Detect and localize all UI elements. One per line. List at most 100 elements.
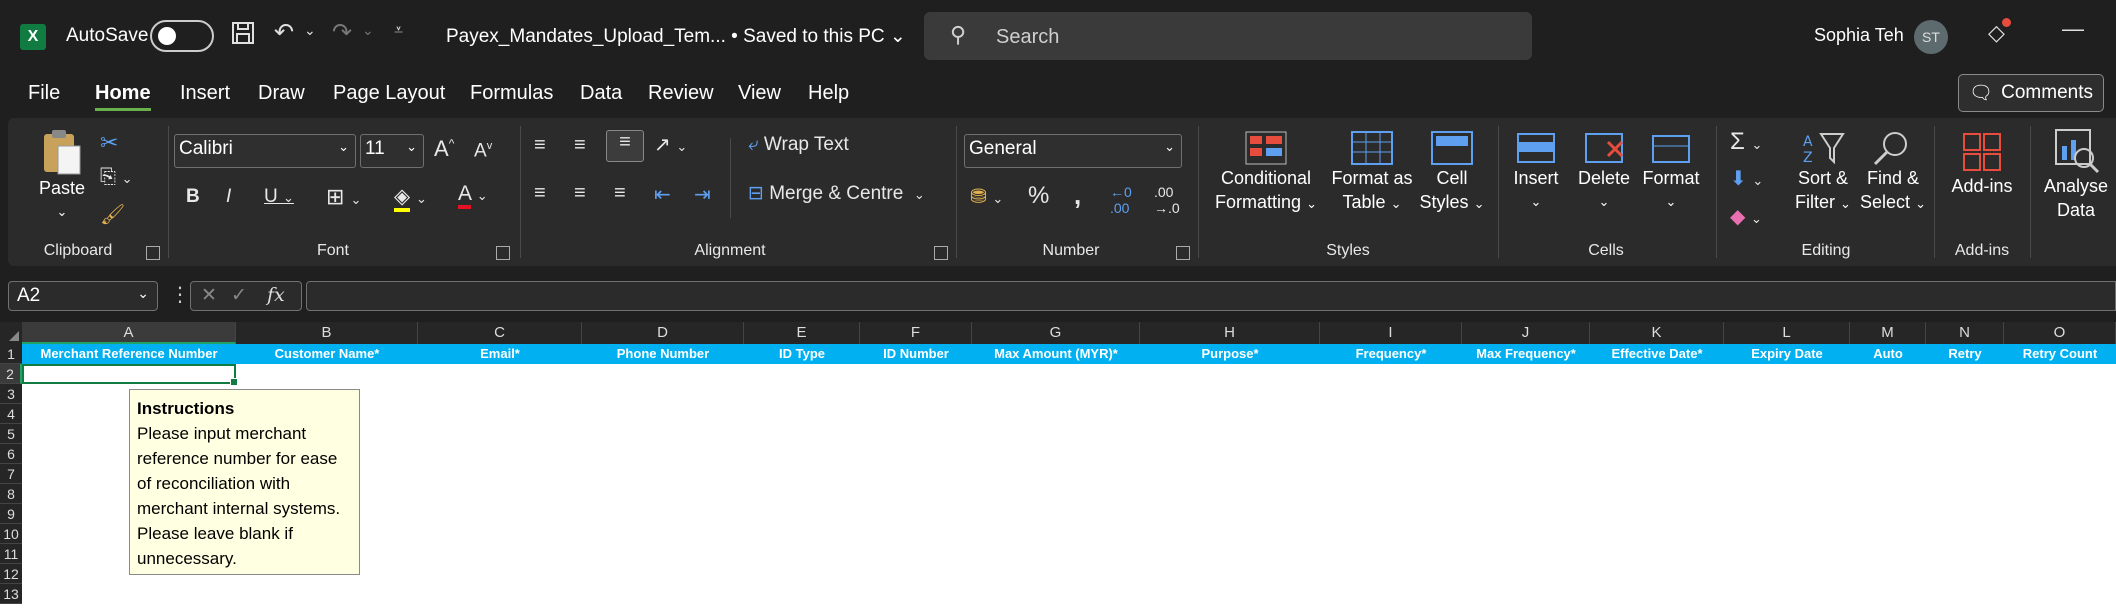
undo-dropdown-icon[interactable]: ⌄ [304, 22, 316, 39]
redo-dropdown-icon[interactable]: ⌄ [362, 22, 374, 39]
format-painter-icon[interactable]: 🖌 [100, 202, 125, 227]
column-header[interactable]: C [418, 322, 582, 344]
autosum-icon[interactable]: Σ ⌄ [1730, 128, 1762, 156]
comma-style-icon[interactable]: , [1074, 180, 1081, 211]
column-header[interactable]: H [1140, 322, 1320, 344]
column-header[interactable]: F [860, 322, 972, 344]
row-header[interactable]: 7 [0, 464, 22, 484]
font-launcher-icon[interactable] [496, 246, 510, 260]
tab-insert[interactable]: Insert [180, 82, 230, 105]
alignment-launcher-icon[interactable] [934, 246, 948, 260]
row-header[interactable]: 2 [0, 364, 22, 384]
sort-filter-button[interactable]: AZ Sort & Filter ⌄ [1788, 130, 1858, 216]
bold-icon[interactable]: B [186, 186, 200, 208]
search-box[interactable]: ⚲ [924, 12, 1532, 60]
header-cell-expiry-date[interactable]: Expiry Date [1724, 344, 1850, 364]
row-header[interactable]: 6 [0, 444, 22, 464]
row-header[interactable]: 12 [0, 564, 22, 584]
conditional-formatting-button[interactable]: Conditional Formatting ⌄ [1206, 130, 1326, 216]
row-header[interactable]: 3 [0, 384, 22, 404]
increase-decimal-icon[interactable]: ←0.00 [1110, 184, 1132, 216]
align-left-icon[interactable]: ≡ [534, 182, 546, 205]
orientation-icon[interactable]: ↗ ⌄ [654, 132, 687, 157]
add-ins-button[interactable]: Add-ins [1942, 130, 2022, 198]
header-cell-auto[interactable]: Auto [1850, 344, 1926, 364]
column-header[interactable]: M [1850, 322, 1926, 344]
header-cell-effective-date[interactable]: Effective Date* [1590, 344, 1724, 364]
number-launcher-icon[interactable] [1176, 246, 1190, 260]
formula-input[interactable] [306, 281, 2116, 311]
tab-help[interactable]: Help [808, 82, 849, 105]
column-header[interactable]: A [22, 322, 236, 344]
column-header[interactable]: L [1724, 322, 1850, 344]
decrease-font-size-icon[interactable]: Av [474, 140, 492, 162]
format-as-table-button[interactable]: Format as Table ⌄ [1322, 130, 1422, 216]
column-header[interactable]: I [1320, 322, 1462, 344]
enter-icon[interactable]: ✓ [231, 284, 247, 307]
name-box[interactable]: A2 ⌄ [8, 281, 158, 311]
autosave-toggle[interactable] [150, 20, 214, 52]
align-top-icon[interactable]: ≡ [534, 134, 546, 157]
header-cell-retry[interactable]: Retry [1926, 344, 2004, 364]
comments-button[interactable]: 🗨 Comments [1958, 74, 2104, 112]
tab-file[interactable]: File [28, 82, 60, 105]
minimize-icon[interactable]: — [2062, 16, 2084, 42]
tab-data[interactable]: Data [580, 82, 622, 105]
row-header[interactable]: 8 [0, 484, 22, 504]
header-cell-purpose[interactable]: Purpose* [1140, 344, 1320, 364]
paste-button[interactable]: Paste ⌄ [32, 128, 92, 224]
header-cell-email[interactable]: Email* [418, 344, 582, 364]
column-header[interactable]: K [1590, 322, 1724, 344]
column-header[interactable]: E [744, 322, 860, 344]
borders-icon[interactable]: ⊞ ⌄ [326, 184, 361, 210]
header-cell-merchant-reference[interactable]: Merchant Reference Number [22, 344, 236, 364]
search-input[interactable] [994, 22, 1498, 52]
customize-toolbar-icon[interactable]: ⩡ [394, 22, 403, 40]
tab-review[interactable]: Review [648, 82, 714, 105]
row-header[interactable]: 13 [0, 584, 22, 604]
align-bottom-icon[interactable]: ≡ [606, 130, 644, 162]
clipboard-launcher-icon[interactable] [146, 246, 160, 260]
delete-cells-button[interactable]: Delete ⌄ [1572, 130, 1636, 214]
font-size-select[interactable]: 11 ⌄ [360, 134, 424, 168]
number-format-select[interactable]: General ⌄ [964, 134, 1182, 168]
cell-styles-button[interactable]: Cell Styles ⌄ [1414, 130, 1490, 216]
increase-indent-icon[interactable]: ⇥ [694, 182, 711, 207]
font-color-icon[interactable]: A ⌄ [458, 182, 488, 209]
active-cell-a2[interactable] [22, 364, 238, 386]
column-header[interactable]: G [972, 322, 1140, 344]
header-cell-retry-count[interactable]: Retry Count [2004, 344, 2116, 364]
analyse-data-button[interactable]: Analyse Data [2038, 126, 2114, 222]
avatar[interactable]: ST [1914, 20, 1948, 54]
select-all-corner[interactable] [0, 322, 22, 344]
row-header[interactable]: 10 [0, 524, 22, 544]
undo-icon[interactable]: ↶ [274, 18, 294, 47]
increase-font-size-icon[interactable]: A^ [434, 136, 454, 162]
font-name-select[interactable]: Calibri ⌄ [174, 134, 356, 168]
document-title[interactable]: Payex_Mandates_Upload_Tem... • Saved to … [446, 25, 906, 48]
tab-page-layout[interactable]: Page Layout [333, 82, 445, 105]
tab-draw[interactable]: Draw [258, 82, 305, 105]
row-header[interactable]: 4 [0, 404, 22, 424]
save-icon[interactable] [230, 20, 256, 53]
wrap-text-button[interactable]: ⤶ Wrap Text [748, 134, 849, 156]
header-cell-phone-number[interactable]: Phone Number [582, 344, 744, 364]
align-center-icon[interactable]: ≡ [574, 182, 586, 205]
header-cell-id-type[interactable]: ID Type [744, 344, 860, 364]
tab-formulas[interactable]: Formulas [470, 82, 553, 105]
copy-icon[interactable]: ⎘ ⌄ [100, 166, 132, 189]
accounting-format-icon[interactable]: ⛃ ⌄ [970, 184, 1003, 209]
row-header[interactable]: 5 [0, 424, 22, 444]
header-cell-max-frequency[interactable]: Max Frequency* [1462, 344, 1590, 364]
column-header[interactable]: O [2004, 322, 2116, 344]
premium-diamond-icon[interactable]: ◇ [1988, 18, 2011, 46]
header-cell-customer-name[interactable]: Customer Name* [236, 344, 418, 364]
decrease-indent-icon[interactable]: ⇤ [654, 182, 671, 207]
fill-color-icon[interactable]: ◈ ⌄ [394, 184, 427, 212]
percent-icon[interactable]: % [1028, 182, 1049, 210]
tab-home[interactable]: Home [95, 82, 151, 111]
align-middle-icon[interactable]: ≡ [574, 134, 586, 157]
italic-icon[interactable]: I [226, 186, 231, 208]
redo-icon[interactable]: ↷ [332, 18, 352, 47]
header-cell-frequency[interactable]: Frequency* [1320, 344, 1462, 364]
